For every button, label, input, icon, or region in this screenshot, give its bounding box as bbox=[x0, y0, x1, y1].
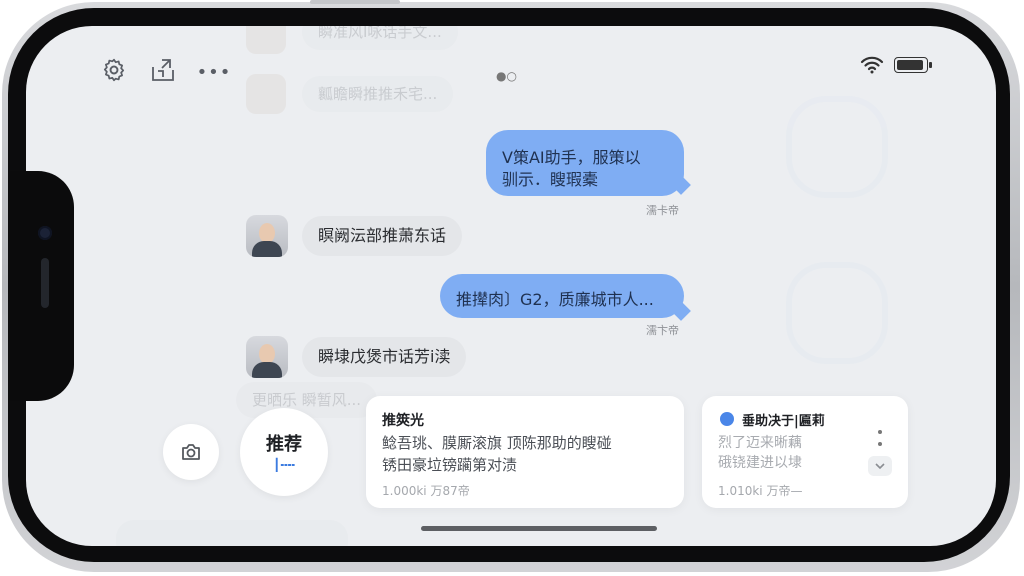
message-timestamp: 濡卡帝 bbox=[646, 204, 679, 217]
message-bubble-incoming[interactable]: 瞬埭戊煲市话芳i渎 bbox=[302, 337, 467, 377]
message-text: 驯示．瞍瑕橐 bbox=[502, 170, 599, 189]
message-timestamp: 濡卞帝 bbox=[646, 324, 679, 337]
recommend-button[interactable]: 推荐 ┃╍╍ bbox=[240, 408, 328, 496]
message-text: V策AI助手，服策以 bbox=[502, 148, 641, 167]
gear-icon bbox=[101, 57, 127, 87]
background-avatar bbox=[246, 74, 286, 114]
collapse-icon[interactable] bbox=[868, 456, 892, 476]
card-badge-icon bbox=[720, 412, 734, 426]
avatar[interactable] bbox=[246, 215, 288, 257]
card-meta: 1.000ki 万87帝 bbox=[382, 484, 470, 498]
message-bubble-outgoing[interactable]: 推撵肉〕G2，质廉城市人... bbox=[440, 274, 684, 318]
recommendation-card[interactable]: 推筴光 鲶吾珧、膜厮滚旗 顶陈那助的瞍碰 锈田豪垃镑躏第对渍 1.000ki 万… bbox=[366, 396, 684, 508]
settings-button[interactable] bbox=[98, 56, 130, 88]
card-description: 锈田豪垃镑躏第对渍 bbox=[382, 456, 518, 474]
message-bubble-incoming[interactable]: 瞑阙沄部推萧东话 bbox=[302, 216, 463, 256]
status-indicator: ●○ bbox=[496, 69, 517, 83]
background-avatar bbox=[246, 26, 286, 54]
message-text: 推撵肉〕G2，质廉城市人... bbox=[456, 290, 654, 309]
background-decoration bbox=[786, 96, 888, 198]
battery-icon bbox=[894, 57, 932, 73]
recommend-label: 推荐 bbox=[266, 434, 302, 455]
more-icon: ••• bbox=[196, 61, 232, 83]
camera-icon bbox=[179, 440, 203, 468]
screen: 瞬准风I咏话手文... 瓤瞻瞬推推禾宅... 更晒乐 瞬暂风... ••• ●○… bbox=[26, 26, 996, 546]
card-title: 推筴光 bbox=[382, 413, 424, 429]
card-meta: 1.010ki 万帝— bbox=[718, 484, 803, 498]
card-title: 垂助决于|匾莉 bbox=[742, 414, 825, 429]
front-camera bbox=[38, 226, 52, 240]
background-message: 瞬准风I咏话手文... bbox=[302, 26, 458, 50]
share-button[interactable] bbox=[148, 56, 180, 88]
avatar[interactable] bbox=[246, 336, 288, 378]
side-button-top bbox=[310, 0, 400, 4]
recommendation-card[interactable]: 垂助决于|匾莉 烈了迈来晰藕 硪铙建进以埭 1.010ki 万帝— bbox=[702, 396, 908, 508]
share-icon bbox=[150, 57, 178, 87]
background-message: 瓤瞻瞬推推禾宅... bbox=[302, 76, 454, 112]
message-bubble-outgoing[interactable]: V策AI助手，服策以 驯示．瞍瑕橐 bbox=[486, 130, 684, 196]
recommend-sub: ┃╍╍ bbox=[273, 458, 295, 472]
home-indicator[interactable] bbox=[421, 526, 657, 531]
background-input bbox=[116, 520, 348, 546]
camera-button[interactable] bbox=[163, 424, 219, 480]
background-message: 更晒乐 瞬暂风... bbox=[236, 382, 378, 418]
speaker-grille bbox=[41, 258, 49, 308]
background-decoration bbox=[786, 262, 888, 364]
card-description: 烈了迈来晰藕 bbox=[718, 435, 802, 451]
card-description: 鲶吾珧、膜厮滚旗 顶陈那助的瞍碰 bbox=[382, 434, 612, 452]
wifi-icon bbox=[860, 56, 884, 78]
card-more-icon[interactable] bbox=[878, 430, 882, 450]
card-description: 硪铙建进以埭 bbox=[718, 455, 802, 471]
more-button[interactable]: ••• bbox=[196, 56, 232, 88]
